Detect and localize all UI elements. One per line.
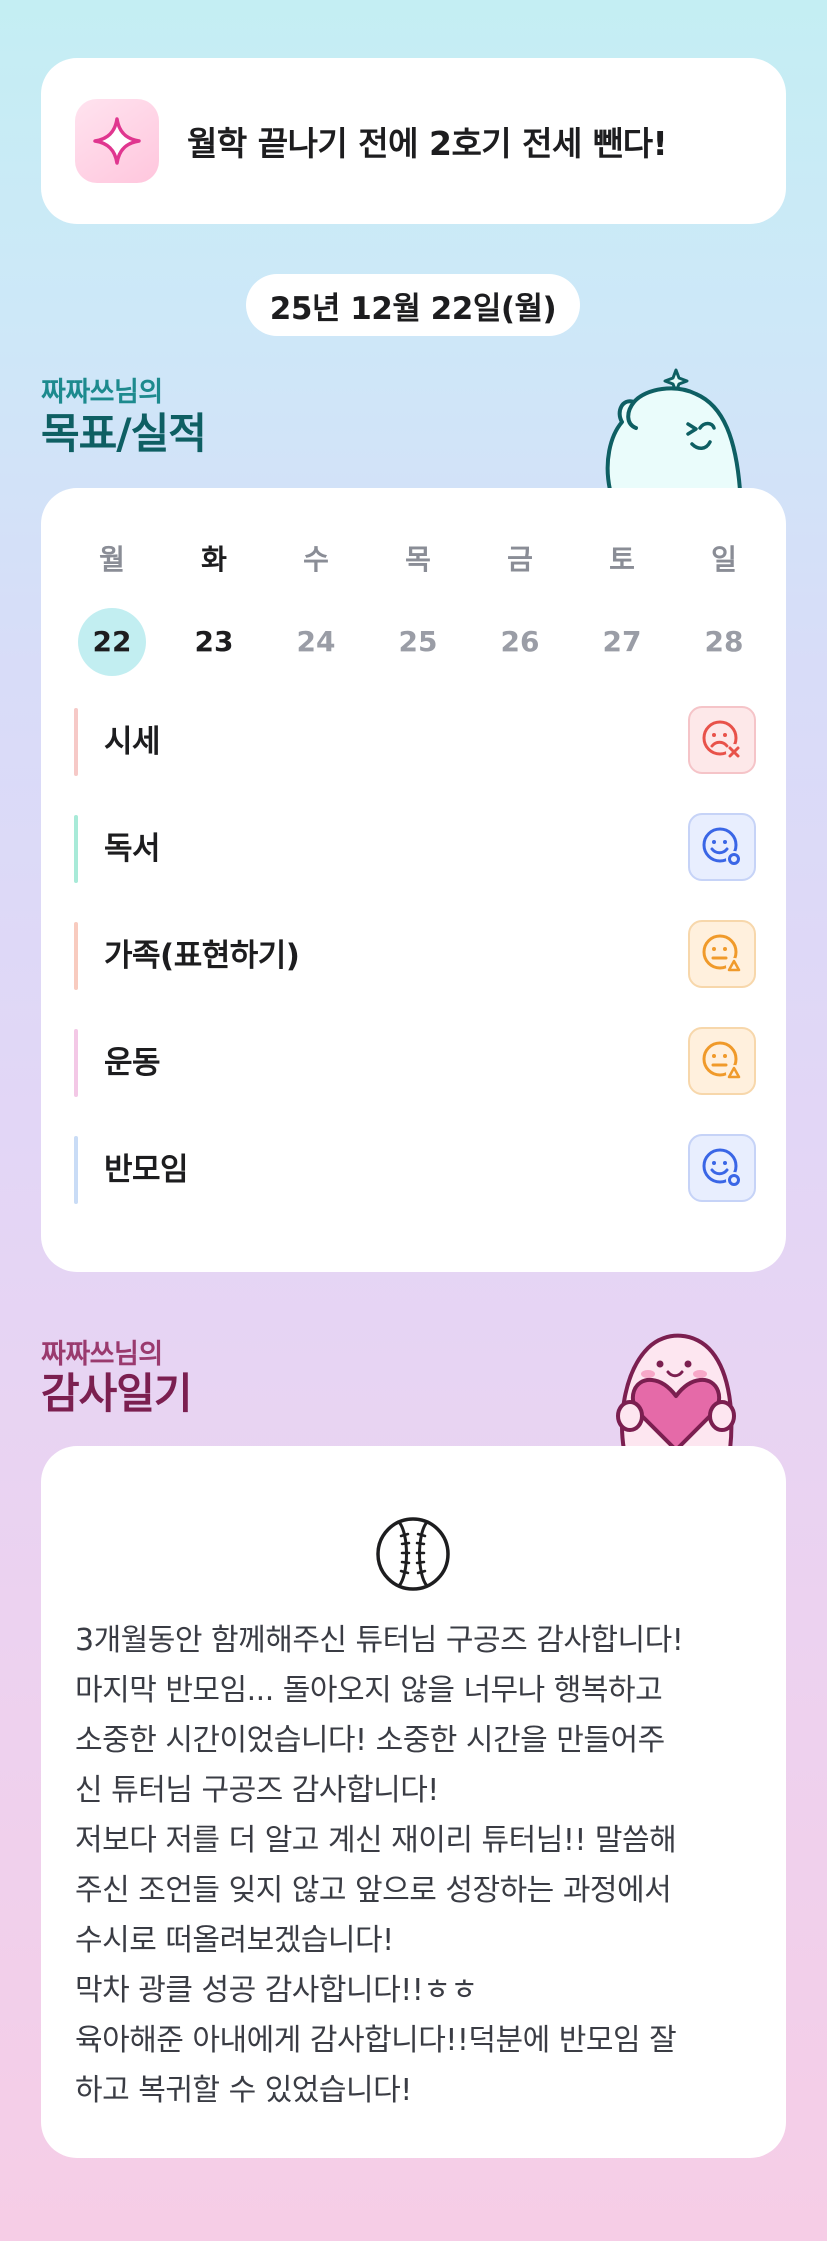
day-sun[interactable]: 일 28 [689,538,759,676]
day-date: 23 [194,625,234,658]
goal-label: 독서 [104,831,161,867]
thanks-card: 3개월동안 함께해주신 튜터님 구공즈 감사합니다! 마지막 반모임... 돌아… [41,1446,786,2158]
day-name: 토 [609,543,635,576]
goal-label: 반모임 [104,1152,189,1188]
day-mon[interactable]: 월 22 [77,538,147,676]
sad-x-face-icon[interactable] [688,706,756,774]
week-calendar: 월 22 화 23 수 24 목 25 금 26 토 27 일 28 [77,538,792,678]
goal-color-bar [74,1029,78,1097]
smile-o-face-icon[interactable] [688,813,756,881]
baseball-icon [376,1517,450,1591]
goal-banner: 월학 끝나기 전에 2호기 전세 뺀다! [41,58,786,224]
day-name: 목 [405,543,431,576]
neutral-triangle-face-icon[interactable] [688,920,756,988]
goal-color-bar [74,1136,78,1204]
day-name: 월 [99,543,125,576]
day-date: 25 [398,625,438,658]
neutral-triangle-face-icon[interactable] [688,1027,756,1095]
goal-banner-text: 월학 끝나기 전에 2호기 전세 뺀다! [187,124,668,163]
smile-o-face-icon[interactable] [688,1134,756,1202]
goal-label: 가족(표현하기) [104,938,300,974]
day-wed[interactable]: 수 24 [281,538,351,676]
date-label: 25년 12월 22일(월) [246,274,580,336]
thanks-section-title: 감사일기 [41,1369,193,1418]
day-date: 27 [602,625,642,658]
goal-label: 시세 [104,724,161,760]
day-thu[interactable]: 목 25 [383,538,453,676]
goal-row-reading[interactable]: 독서 [74,813,756,885]
day-name: 금 [507,543,533,576]
goal-row-family[interactable]: 가족(표현하기) [74,920,756,992]
day-date: 26 [500,625,540,658]
sparkle-icon [75,99,159,183]
heart-mascot-icon [616,1333,736,1450]
day-name: 수 [303,543,329,576]
day-tue[interactable]: 화 23 [179,538,249,676]
goals-card: 월 22 화 23 수 24 목 25 금 26 토 27 일 28 시세 독서… [41,488,786,1272]
goal-label: 운동 [104,1045,161,1081]
goal-color-bar [74,922,78,990]
day-date-selected: 22 [78,608,146,676]
goal-row-exercise[interactable]: 운동 [74,1027,756,1099]
goals-section-title: 목표/실적 [41,409,207,458]
day-date: 24 [296,625,336,658]
goal-row-price[interactable]: 시세 [74,706,756,778]
day-name: 화 [201,543,227,576]
day-date: 28 [704,625,744,658]
ghost-mascot-icon [605,368,742,492]
day-name: 일 [711,543,737,576]
goal-color-bar [74,815,78,883]
goal-color-bar [74,708,78,776]
day-fri[interactable]: 금 26 [485,538,555,676]
goal-row-meeting[interactable]: 반모임 [74,1134,756,1206]
thanks-text: 3개월동안 함께해주신 튜터님 구공즈 감사합니다! 마지막 반모임... 돌아… [75,1623,684,2108]
day-sat[interactable]: 토 27 [587,538,657,676]
